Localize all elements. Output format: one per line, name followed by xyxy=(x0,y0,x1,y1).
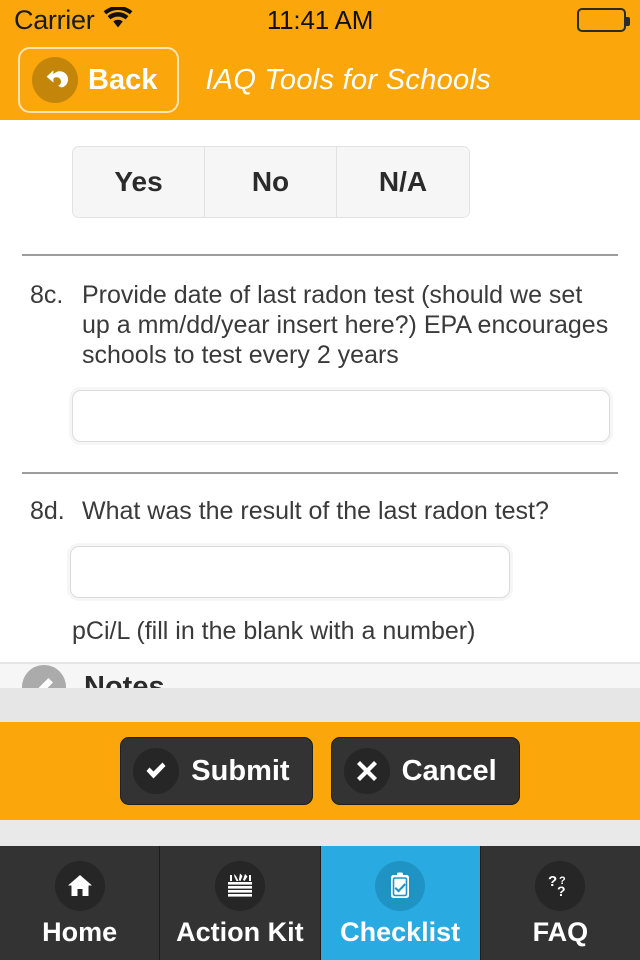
notes-row[interactable]: Notes xyxy=(0,664,640,688)
status-bar: Carrier 11:41 AM xyxy=(0,0,640,40)
notes-pencil-icon xyxy=(22,665,66,688)
segment-no[interactable]: No xyxy=(205,147,337,217)
question-8c-number: 8c. xyxy=(30,281,64,309)
navigation-bar: Back IAQ Tools for Schools xyxy=(0,40,640,120)
question-8c-text: Provide date of last radon test (should … xyxy=(82,281,609,369)
home-icon xyxy=(54,860,105,911)
content-bottom-gap xyxy=(0,688,640,722)
tab-faq[interactable]: ? ? ? FAQ xyxy=(480,846,640,960)
notes-label: Notes xyxy=(84,670,165,688)
tabbar-gap xyxy=(0,820,640,846)
form-scroll-area[interactable]: Yes No N/A 8c. Provide date of last rado… xyxy=(0,120,640,688)
status-bar-left: Carrier xyxy=(14,4,133,35)
question-8d-text: What was the result of the last radon te… xyxy=(82,497,549,525)
check-icon xyxy=(133,748,180,794)
question-8c-input[interactable] xyxy=(72,390,610,442)
yes-no-na-segmented-control[interactable]: Yes No N/A xyxy=(72,146,470,218)
tab-bar: Home Action Kit Checklist ? ? ? FAQ xyxy=(0,846,640,960)
form-action-bar: Submit Cancel xyxy=(0,722,640,820)
tab-home-label: Home xyxy=(42,916,118,947)
question-marks-icon: ? ? ? xyxy=(535,860,586,911)
submit-button-label: Submit xyxy=(191,754,290,787)
svg-text:?: ? xyxy=(557,883,566,899)
back-arrow-icon xyxy=(32,57,78,103)
clipboard-check-icon xyxy=(375,860,426,911)
question-8d-number: 8d. xyxy=(30,497,65,525)
question-8c: 8c. Provide date of last radon test (sho… xyxy=(30,280,614,370)
question-8d-input[interactable] xyxy=(70,546,510,598)
cancel-button-label: Cancel xyxy=(401,754,497,787)
wifi-icon xyxy=(103,5,133,34)
carrier-label: Carrier xyxy=(14,4,95,35)
back-button[interactable]: Back xyxy=(18,47,180,113)
tab-action-kit[interactable]: Action Kit xyxy=(160,846,321,960)
segment-na[interactable]: N/A xyxy=(337,147,469,217)
divider xyxy=(22,472,618,474)
tab-faq-label: FAQ xyxy=(532,916,589,947)
battery-full-icon xyxy=(577,8,630,32)
question-8d-unit-note: pCi/L (fill in the blank with a number) xyxy=(72,617,476,645)
cross-icon xyxy=(343,748,390,794)
tab-checklist-label: Checklist xyxy=(340,916,461,947)
divider xyxy=(22,254,618,256)
app-screen: Carrier 11:41 AM Back IAQ Tools for Scho… xyxy=(0,0,640,960)
page-title: IAQ Tools for Schools xyxy=(205,63,492,96)
cancel-button[interactable]: Cancel xyxy=(330,737,520,805)
back-button-label: Back xyxy=(88,63,158,96)
tab-checklist[interactable]: Checklist xyxy=(320,846,481,960)
question-8d: 8d. What was the result of the last rado… xyxy=(30,496,614,526)
submit-button[interactable]: Submit xyxy=(120,737,313,805)
segment-yes[interactable]: Yes xyxy=(73,147,205,217)
tab-home[interactable]: Home xyxy=(0,846,161,960)
tab-action-kit-label: Action Kit xyxy=(176,916,304,947)
toolbox-icon xyxy=(214,860,265,911)
svg-text:?: ? xyxy=(548,873,557,890)
status-bar-right xyxy=(577,8,630,32)
